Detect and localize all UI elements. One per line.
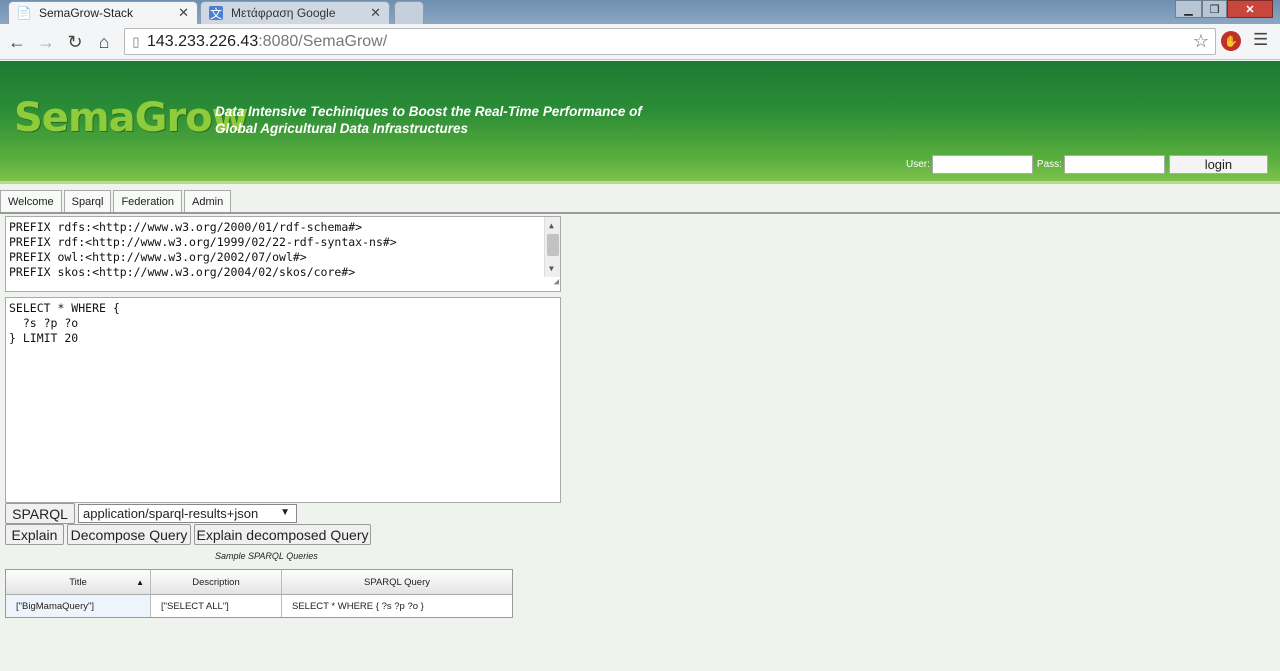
explain-button[interactable]: Explain [5, 524, 64, 545]
pass-label: Pass: [1036, 159, 1062, 170]
pass-input[interactable] [1063, 155, 1165, 174]
explain-decomposed-query-button[interactable]: Explain decomposed Query [194, 524, 371, 545]
url-host: 143.233.226.43 [147, 32, 259, 50]
semagrow-logo: SemaGrow [14, 95, 249, 141]
user-input[interactable] [931, 155, 1033, 174]
browser-titlebar: 📄 SemaGrow-Stack ✕ 文 Μετάφραση Google ✕ … [0, 0, 1280, 24]
new-tab-button[interactable] [394, 1, 424, 24]
tabs-divider [0, 212, 1280, 214]
tab-admin[interactable]: Admin [184, 190, 232, 212]
scroll-down-icon[interactable]: ▼ [549, 261, 554, 276]
table-cell-description: ["SELECT ALL"] [151, 595, 282, 617]
prefix-line: PREFIX rdfs:<http://www.w3.org/2000/01/r… [9, 220, 363, 234]
maximize-button[interactable]: ❐ [1202, 0, 1227, 18]
page-icon: 📄 [16, 6, 32, 20]
table-row[interactable]: ["BigMamaQuery"] ["SELECT ALL"] SELECT *… [6, 595, 512, 617]
tab-federation[interactable]: Federation [113, 190, 183, 212]
tagline-line2: Global Agricultural Data Infrastructures [215, 121, 469, 136]
result-format-value: application/sparql-results+json [83, 506, 259, 521]
sample-queries-caption: Sample SPARQL Queries [215, 551, 318, 561]
prefix-scrollbar[interactable]: ▲ ▼ [544, 217, 560, 277]
tab-welcome[interactable]: Welcome [0, 190, 62, 212]
column-header-sparql-query[interactable]: SPARQL Query [282, 570, 512, 594]
sort-ascending-icon: ▲ [136, 578, 144, 587]
prefix-line: PREFIX owl:<http://www.w3.org/2002/07/ow… [9, 250, 307, 264]
page-tabs: Welcome Sparql Federation Admin [0, 190, 233, 212]
login-form: User: Pass: login [906, 155, 1268, 174]
browser-tab-google-translate[interactable]: 文 Μετάφραση Google ✕ [200, 1, 390, 24]
column-header-description[interactable]: Description [151, 570, 282, 594]
adblock-extension-icon[interactable]: ✋ [1221, 31, 1241, 51]
browser-toolbar: ← → ↻ ⌂ ▯ 143.233.226.43:8080/SemaGrow/ … [0, 24, 1280, 60]
sparql-button[interactable]: SPARQL [5, 503, 75, 524]
result-format-select[interactable]: application/sparql-results+json ▼ [78, 504, 297, 523]
scroll-up-icon[interactable]: ▲ [549, 218, 554, 233]
tagline: Data Intensive Techiniques to Boost the … [215, 103, 675, 137]
table-cell-title: ["BigMamaQuery"] [6, 595, 151, 617]
prefix-line: PREFIX rdf:<http://www.w3.org/1999/02/22… [9, 235, 397, 249]
column-header-title[interactable]: Title ▲ [6, 570, 151, 594]
url-path: :8080/SemaGrow/ [258, 32, 388, 50]
sample-queries-table: Title ▲ Description SPARQL Query ["BigMa… [5, 569, 513, 618]
column-header-label: Title [69, 576, 87, 588]
decompose-query-button[interactable]: Decompose Query [67, 524, 191, 545]
browser-tab-title: SemaGrow-Stack [39, 6, 134, 20]
reload-icon[interactable]: ↻ [63, 30, 87, 54]
tagline-line1: Data Intensive Techiniques to Boost the … [215, 104, 642, 119]
login-button[interactable]: login [1168, 155, 1268, 174]
google-translate-icon: 文 [209, 6, 223, 21]
browser-tab-semagrow[interactable]: 📄 SemaGrow-Stack ✕ [8, 1, 198, 24]
chevron-down-icon: ▼ [280, 507, 290, 518]
scroll-thumb[interactable] [547, 234, 559, 256]
forward-arrow-icon[interactable]: → [34, 30, 58, 54]
resize-grip-icon[interactable]: ◢ [554, 275, 559, 290]
close-icon[interactable]: ✕ [370, 5, 381, 21]
user-label: User: [906, 159, 930, 170]
close-icon[interactable]: ✕ [178, 5, 189, 21]
prefix-line: PREFIX skos:<http://www.w3.org/2004/02/s… [9, 265, 356, 279]
table-cell-query: SELECT * WHERE { ?s ?p ?o } [292, 600, 424, 612]
address-bar[interactable]: ▯ 143.233.226.43:8080/SemaGrow/ ☆ [124, 28, 1216, 55]
table-header: Title ▲ Description SPARQL Query [6, 570, 512, 595]
tab-sparql[interactable]: Sparql [63, 190, 112, 212]
header-divider [0, 181, 1280, 184]
query-editor[interactable]: SELECT * WHERE { ?s ?p ?o } LIMIT 20 [5, 297, 561, 503]
home-icon[interactable]: ⌂ [92, 30, 116, 54]
page-icon: ▯ [132, 33, 140, 49]
prefix-editor[interactable]: PREFIX rdfs:<http://www.w3.org/2000/01/r… [5, 216, 561, 292]
site-header: SemaGrow Data Intensive Techiniques to B… [0, 61, 1280, 181]
back-arrow-icon[interactable]: ← [5, 30, 29, 54]
minimize-button[interactable]: ▁ [1175, 0, 1202, 18]
browser-tab-title: Μετάφραση Google [231, 6, 336, 20]
menu-icon[interactable]: ☰ [1253, 30, 1268, 50]
bookmark-star-icon[interactable]: ☆ [1193, 31, 1209, 52]
close-window-button[interactable]: ✕ [1227, 0, 1273, 18]
